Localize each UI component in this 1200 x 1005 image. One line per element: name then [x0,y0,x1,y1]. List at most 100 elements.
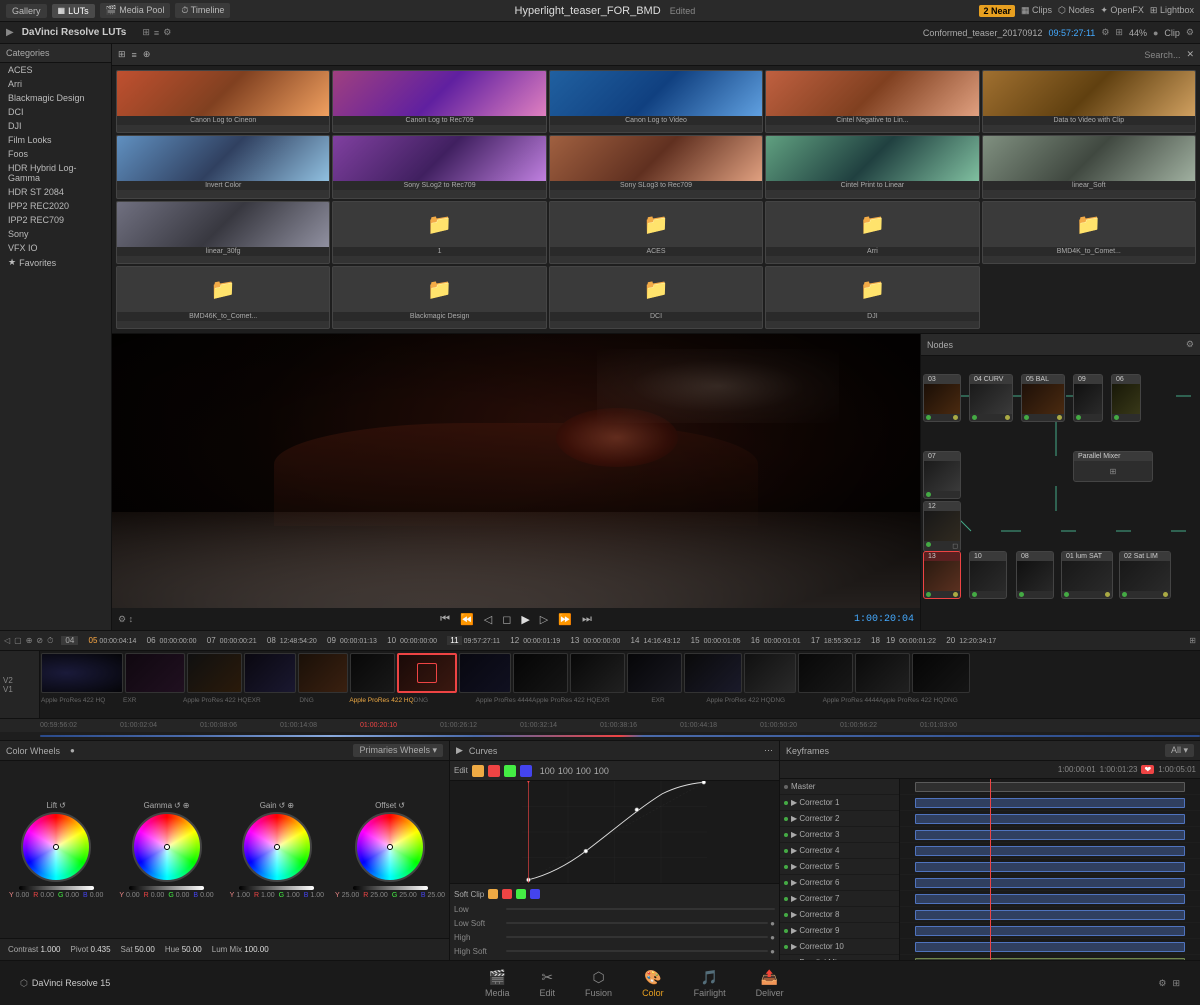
play-end-btn[interactable]: ⏭ [580,611,594,628]
clip-12[interactable] [684,653,742,693]
node-07[interactable]: 07 [923,451,961,499]
media-pool-tab[interactable]: 🎬 Media Pool [100,3,171,18]
lut-item-canon-log-video[interactable]: Canon Log to Video [549,70,763,133]
lut-category-favorites[interactable]: ★ Favorites [0,255,111,270]
gallery-tab[interactable]: Gallery [6,4,47,18]
keyframes-filter[interactable]: All ▾ [1165,744,1194,757]
lut-folder-bmd46k[interactable]: 📁 BMD46K_to_Comet... [116,266,330,329]
clip-16[interactable] [912,653,970,693]
lut-item-invert-color[interactable]: Invert Color [116,135,330,198]
lightbox-btn[interactable]: ⊞ Lightbox [1150,5,1194,16]
soft-clip-high-soft-slider[interactable] [506,950,768,952]
settings-icon[interactable]: ⚙ [1158,978,1166,989]
clip-10[interactable] [570,653,625,693]
lut-category-sony[interactable]: Sony [0,227,111,241]
fullscreen-icon[interactable]: ⊞ [1172,978,1180,989]
offset-wheel[interactable] [355,812,425,882]
node-01-lum-sat[interactable]: 01 lum SAT [1061,551,1113,599]
lut-category-dji[interactable]: DJI [0,119,111,133]
clip-selected[interactable] [397,653,457,693]
clips-btn[interactable]: ▦ Clips [1021,5,1052,16]
nav-fusion[interactable]: ⬡ Fusion [585,969,612,998]
lut-category-blackmagic[interactable]: Blackmagic Design [0,91,111,105]
step-fwd-btn[interactable]: ▷ [538,611,550,628]
node-02-sat-lim[interactable]: 02 Sat LIM [1119,551,1171,599]
pivot-value[interactable]: 0.435 [91,945,111,954]
contrast-value[interactable]: 1.000 [40,945,60,954]
lut-category-hdr-st[interactable]: HDR ST 2084 [0,185,111,199]
clip-9[interactable] [513,653,568,693]
gain-wheel[interactable] [242,812,312,882]
node-06[interactable]: 06 [1111,374,1141,422]
lut-item-linear-soft[interactable]: linear_Soft [982,135,1196,198]
soft-clip-low-slider[interactable] [506,908,775,910]
luts-tab[interactable]: ▦ LUTs [52,4,95,18]
node-12[interactable]: 12 ◻ [923,501,961,552]
gain-option[interactable]: ⊕ [287,801,294,810]
rewind-btn[interactable]: ⏪ [458,611,476,628]
curves-options[interactable]: ⋯ [764,745,773,756]
lut-item-canon-log-cineon[interactable]: Canon Log to Cineon [116,70,330,133]
node-03[interactable]: 03 [923,374,961,422]
nav-deliver[interactable]: 📤 Deliver [756,969,784,998]
primaries-wheels-btn[interactable]: Primaries Wheels ▾ [353,744,443,757]
lut-folder-arri[interactable]: 📁 Arri [765,201,979,264]
gamma-slider[interactable] [129,886,204,890]
openfx-btn[interactable]: ✦ OpenFX [1100,5,1144,16]
node-09[interactable]: 09 [1073,374,1103,422]
gain-slider[interactable] [239,886,314,890]
soft-clip-blue[interactable] [530,889,540,899]
lut-category-film-looks[interactable]: Film Looks [0,133,111,147]
lift-wheel[interactable] [21,812,91,882]
curves-green-btn[interactable] [504,765,516,777]
curves-blue-btn[interactable] [520,765,532,777]
lift-slider[interactable] [19,886,94,890]
clip-s1[interactable] [41,653,123,693]
lift-reset[interactable]: ↺ [59,801,66,810]
clip-6[interactable] [350,653,395,693]
timeline-tab[interactable]: ⏱ Timeline [175,3,230,18]
hue-value[interactable]: 50.00 [182,945,202,954]
nav-media[interactable]: 🎬 Media [485,969,510,998]
curves-red-btn[interactable] [488,765,500,777]
soft-clip-green[interactable] [516,889,526,899]
lut-item-data-video[interactable]: Data to Video with Clip [982,70,1196,133]
lut-folder-dci[interactable]: 📁 DCI [549,266,763,329]
nodes-btn[interactable]: ⬡ Nodes [1058,5,1094,16]
lut-folder-aces[interactable]: 📁 ACES [549,201,763,264]
clip-11[interactable] [627,653,682,693]
lum-mix-value[interactable]: 100.00 [244,945,268,954]
offset-slider[interactable] [353,886,428,890]
node-parallel-mixer[interactable]: Parallel Mixer ⊞ [1073,451,1153,482]
lut-folder-bmd4k[interactable]: 📁 BMD4K_to_Comet... [982,201,1196,264]
lut-item-linear-30fg[interactable]: linear_30fg [116,201,330,264]
sat-value[interactable]: 50.00 [135,945,155,954]
offset-reset[interactable]: ↺ [398,801,405,810]
lut-folder-dji[interactable]: 📁 DJI [765,266,979,329]
stop-btn[interactable]: ◻ [500,611,513,628]
video-preview[interactable]: ⚙ ↕ ⏮ ⏪ ◁ ◻ ▶ ▷ ⏩ ⏭ 1:00:20:04 [112,334,920,630]
soft-clip-yellow[interactable] [488,889,498,899]
lut-item-sony-slog2[interactable]: Sony SLog2 to Rec709 [332,135,546,198]
lut-category-ipp2-rec2020[interactable]: IPP2 REC2020 [0,199,111,213]
clip-14[interactable] [798,653,853,693]
lut-category-dci[interactable]: DCI [0,105,111,119]
lut-item-cintel-print[interactable]: Cintel Print to Linear [765,135,979,198]
curves-canvas[interactable] [450,781,779,883]
clip-15[interactable] [855,653,910,693]
clip-3[interactable] [187,653,242,693]
play-btn[interactable]: ▶ [519,611,531,628]
lut-item-sony-slog3[interactable]: Sony SLog3 to Rec709 [549,135,763,198]
lut-category-foos[interactable]: Foos [0,147,111,161]
clip-8[interactable] [459,653,511,693]
lut-item-cintel-negative[interactable]: Cintel Negative to Lin... [765,70,979,133]
step-back-btn[interactable]: ◁ [482,611,494,628]
node-08[interactable]: 08 [1016,551,1054,599]
nav-color[interactable]: 🎨 Color [642,969,664,998]
soft-clip-high-slider[interactable] [506,936,768,938]
lut-category-vfx-io[interactable]: VFX IO [0,241,111,255]
clip-5[interactable] [298,653,348,693]
fast-fwd-btn[interactable]: ⏩ [556,611,574,628]
keyframes-timeline[interactable] [900,779,1200,960]
lut-category-ipp2-rec709[interactable]: IPP2 REC709 [0,213,111,227]
